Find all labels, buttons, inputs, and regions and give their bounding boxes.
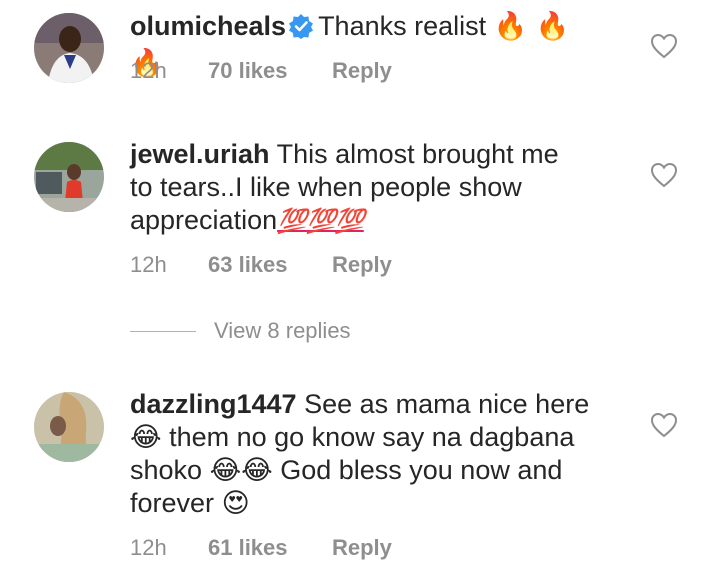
comment-olumicheals: olumicheals Thanks realist 🔥 🔥 🔥 12h 70 l… bbox=[0, 0, 720, 110]
comment-likes[interactable]: 70 likes bbox=[208, 58, 332, 84]
avatar-image bbox=[34, 13, 104, 83]
avatar[interactable] bbox=[34, 392, 104, 462]
comment-dazzling1447: dazzling1447 See as mama nice here 😂 the… bbox=[0, 380, 720, 585]
username[interactable]: jewel.uriah bbox=[130, 139, 270, 169]
comment-time: 12h bbox=[130, 535, 167, 560]
verified-badge-icon bbox=[288, 13, 314, 47]
comment-text: jewel.uriah This almost brought me to te… bbox=[130, 138, 600, 238]
comment-time: 12h bbox=[130, 252, 167, 277]
reply-button[interactable]: Reply bbox=[332, 58, 392, 84]
hundred-points-emoji-icon: 💯💯💯 bbox=[277, 208, 365, 235]
avatar[interactable] bbox=[34, 142, 104, 212]
comment-text: dazzling1447 See as mama nice here 😂 the… bbox=[130, 388, 600, 520]
comment-body-line2: them no go know say na dagbana bbox=[169, 422, 575, 452]
view-replies-button[interactable]: View 8 replies bbox=[130, 318, 351, 344]
reply-button[interactable]: Reply bbox=[332, 535, 392, 561]
comment-likes[interactable]: 61 likes bbox=[208, 535, 332, 561]
avatar-image bbox=[34, 392, 104, 462]
comment-body-line4: forever bbox=[130, 488, 215, 518]
comment-jewel-uriah: jewel.uriah This almost brought me to te… bbox=[0, 130, 720, 300]
heart-icon[interactable] bbox=[650, 162, 678, 188]
tears-of-joy-emoji-icon: 😂😂 bbox=[209, 455, 273, 486]
comment-time: 12h bbox=[130, 58, 167, 83]
comment-body: Thanks realist bbox=[318, 11, 487, 41]
comment-meta: 12h 63 likes Reply bbox=[130, 252, 392, 278]
comment-meta: 12h 61 likes Reply bbox=[130, 535, 392, 561]
tears-of-joy-emoji-icon: 😂 bbox=[130, 422, 162, 453]
comment-body-line1: See as mama nice here bbox=[304, 389, 590, 419]
heart-eyes-emoji-icon: 😍 bbox=[221, 488, 250, 519]
reply-button[interactable]: Reply bbox=[332, 252, 392, 278]
heart-icon[interactable] bbox=[650, 33, 678, 59]
view-replies-label: View 8 replies bbox=[214, 318, 351, 343]
comment-body-line2: to tears..I like when people show bbox=[130, 172, 522, 202]
comment-meta: 12h 70 likes Reply bbox=[130, 58, 392, 84]
comment-body-line3a: shoko bbox=[130, 455, 203, 485]
avatar[interactable] bbox=[34, 13, 104, 83]
comment-body-line3: appreciation bbox=[130, 205, 278, 235]
comment-likes[interactable]: 63 likes bbox=[208, 252, 332, 278]
avatar-image bbox=[34, 142, 104, 212]
replies-divider-line bbox=[130, 330, 196, 332]
username[interactable]: dazzling1447 bbox=[130, 389, 297, 419]
comment-body-line3b: God bless you now and bbox=[280, 455, 563, 485]
username[interactable]: olumicheals bbox=[130, 11, 286, 41]
heart-icon[interactable] bbox=[650, 412, 678, 438]
comment-body-line1: This almost brought me bbox=[276, 139, 559, 169]
